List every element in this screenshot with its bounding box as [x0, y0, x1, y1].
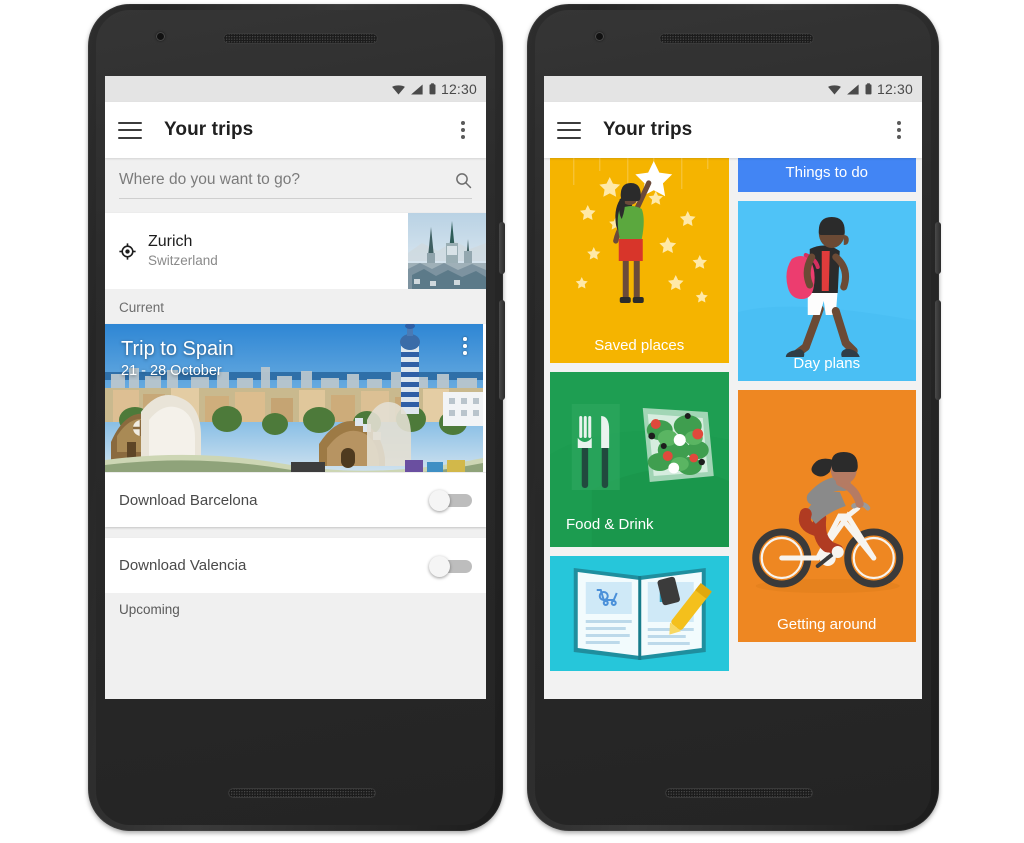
place-name: Zurich: [148, 233, 193, 251]
phone-mockup-left: 12:30 Your trips Where do you want to go…: [88, 0, 505, 843]
tile-day-plans[interactable]: Day plans: [737, 201, 916, 381]
gps-location-icon: [119, 242, 136, 260]
page-title: Your trips: [603, 119, 693, 140]
trip-card-overlay: Trip to Spain 21 - 28 October: [105, 324, 486, 379]
signal-icon: [847, 84, 860, 95]
tile-saved-places[interactable]: Saved places: [550, 158, 729, 363]
zurich-thumbnail-photo: [408, 213, 486, 289]
trip-title: Trip to Spain: [121, 338, 234, 360]
tile-label: Day plans: [793, 355, 861, 372]
tile-getting-around[interactable]: Getting around: [737, 390, 916, 642]
more-vert-icon[interactable]: [453, 120, 473, 140]
trips-list-content: Where do you want to go? Zurich Switzerl…: [105, 158, 486, 699]
tile-things-to-do[interactable]: Things to do: [737, 158, 916, 192]
hamburger-menu-icon[interactable]: [118, 121, 142, 139]
status-clock: 12:30: [440, 81, 477, 97]
app-bar: Your trips: [105, 102, 486, 158]
volume-rocker-button[interactable]: [935, 300, 941, 400]
power-button[interactable]: [499, 222, 505, 274]
trip-card-spain[interactable]: Trip to Spain 21 - 28 October Download B…: [105, 324, 486, 527]
signal-icon: [411, 84, 424, 95]
front-camera-icon: [156, 32, 165, 41]
search-bar: Where do you want to go?: [105, 158, 486, 199]
tile-label: Food & Drink: [566, 516, 654, 533]
phone-mockup-right: 12:30 Your trips Saved places Food & Dri…: [527, 0, 941, 843]
trip-card-more-vert-icon[interactable]: [456, 337, 474, 355]
wifi-icon: [827, 84, 842, 95]
battery-icon: [429, 83, 436, 95]
wifi-icon: [391, 84, 406, 95]
download-row-barcelona[interactable]: Download Barcelona: [105, 472, 486, 527]
status-clock: 12:30: [876, 81, 913, 97]
list-divider: [105, 527, 486, 538]
grid-column-right: Things to do Day plans Getting around: [737, 158, 916, 699]
download-toggle-valencia[interactable]: [429, 555, 472, 577]
tile-food-and-drink[interactable]: Food & Drink: [550, 372, 729, 547]
open-guidebook-illustration: [550, 556, 729, 671]
bottom-speaker-grille: [228, 788, 376, 798]
phone-screen-right: 12:30 Your trips Saved places Food & Dri…: [544, 76, 922, 699]
park-guell-barcelona-photo: Trip to Spain 21 - 28 October: [105, 324, 486, 472]
section-label-current: Current: [105, 289, 486, 324]
search-input[interactable]: Where do you want to go?: [119, 171, 472, 199]
battery-icon: [865, 83, 872, 95]
page-title: Your trips: [164, 119, 254, 140]
phone-screen-left: 12:30 Your trips Where do you want to go…: [105, 76, 486, 699]
download-row-label: Download Barcelona: [119, 491, 258, 509]
download-row-label: Download Valencia: [119, 557, 247, 574]
volume-rocker-button[interactable]: [499, 300, 505, 400]
trip-dates: 21 - 28 October: [121, 363, 222, 379]
place-card-text: Zurich Switzerland: [105, 213, 408, 289]
status-bar: 12:30: [544, 76, 922, 102]
download-row-valencia[interactable]: Download Valencia: [105, 538, 486, 593]
search-placeholder: Where do you want to go?: [119, 171, 300, 188]
search-icon[interactable]: [455, 172, 472, 189]
screenshot-stage: 12:30 Your trips Where do you want to go…: [0, 0, 1024, 843]
earpiece-grille: [659, 33, 814, 44]
walking-person-with-backpack-illustration: [737, 201, 916, 381]
toggle-knob: [429, 555, 450, 577]
front-camera-icon: [595, 32, 604, 41]
place-card-zurich[interactable]: Zurich Switzerland: [105, 213, 486, 289]
app-bar: Your trips: [544, 102, 922, 158]
tile-label: Saved places: [594, 337, 685, 354]
grid-column-left: Saved places Food & Drink: [550, 158, 729, 699]
person-riding-bicycle-illustration: [737, 390, 916, 642]
earpiece-grille: [223, 33, 378, 44]
woman-reaching-for-stars-illustration: [550, 158, 729, 363]
place-subtitle: Switzerland: [148, 253, 218, 269]
tile-guidebook[interactable]: [550, 556, 729, 671]
hamburger-menu-icon[interactable]: [557, 121, 581, 139]
trip-category-grid: Saved places Food & Drink Things to do D…: [544, 158, 922, 699]
download-toggle-barcelona[interactable]: [429, 490, 472, 511]
tile-label: Getting around: [777, 616, 877, 633]
status-bar: 12:30: [105, 76, 486, 102]
bottom-speaker-grille: [665, 788, 813, 798]
tile-label: Things to do: [785, 164, 869, 181]
toggle-knob: [429, 490, 450, 511]
more-vert-icon[interactable]: [889, 120, 909, 140]
section-label-upcoming: Upcoming: [105, 593, 486, 617]
power-button[interactable]: [935, 222, 941, 274]
